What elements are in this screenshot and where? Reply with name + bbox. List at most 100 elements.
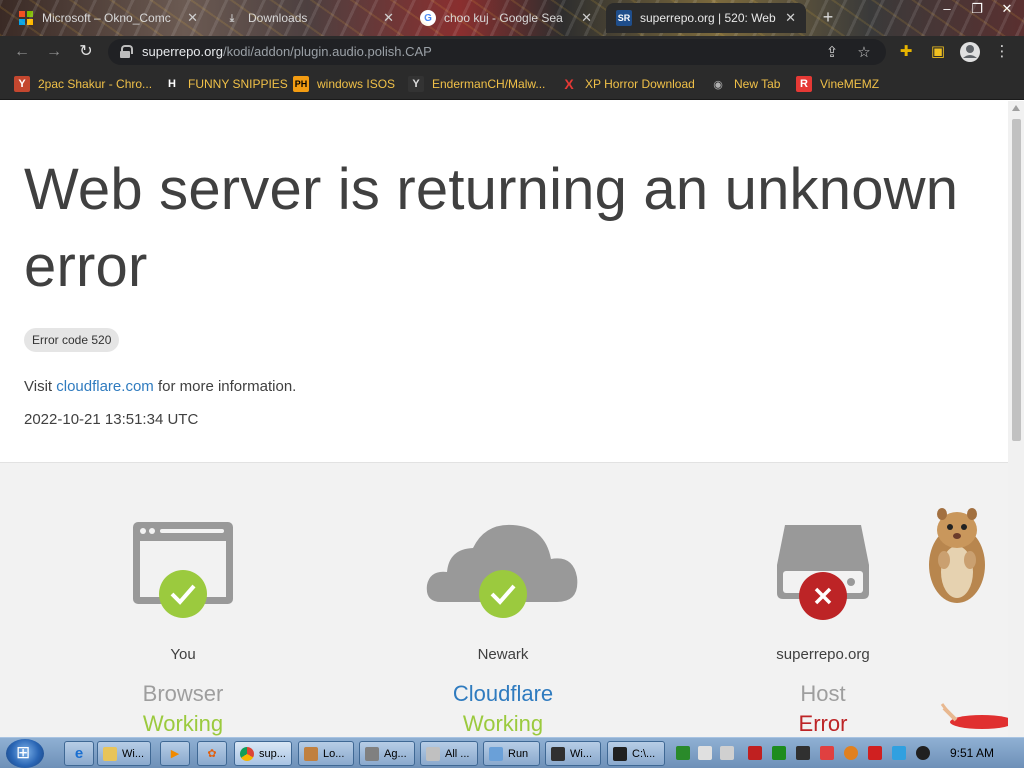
ie-pinned-icon[interactable]: e [64,741,94,766]
tray-app-icon[interactable] [748,746,762,760]
node-role: Cloudflare [452,681,554,706]
close-tab-icon[interactable]: ✕ [383,10,394,26]
bookmark-favicon-icon: Y [14,76,30,92]
microsoft-icon [18,10,34,26]
info-line: Visit cloudflare.com for more informatio… [24,378,296,395]
taskbar-button[interactable]: Wi... [97,741,151,766]
scroll-up-icon[interactable] [1012,105,1020,111]
tray-app-icon[interactable] [868,746,882,760]
close-tab-icon[interactable]: ✕ [581,10,592,26]
share-icon[interactable]: ⇪ [822,43,842,63]
tab-downloads[interactable]: ⤓ Downloads ✕ [214,3,404,33]
taskbar-button-active[interactable]: sup... [234,741,292,766]
close-tab-icon[interactable]: ✕ [785,10,796,26]
tab-google-search[interactable]: G choo kuj - Google Sea ✕ [410,3,602,33]
browser-window-icon [133,522,233,618]
bookmark-favicon-icon: X [564,76,574,92]
taskbar-clock[interactable]: 9:51 AM [942,746,1002,760]
page-content: Web server is returning an unknown error… [0,101,1008,737]
menu-icon[interactable]: ⋮ [990,40,1014,64]
taskbar-button[interactable]: Lo... [298,741,354,766]
tray-app-icon[interactable] [892,746,906,760]
media-player-pinned-icon[interactable]: ▶ [160,741,190,766]
url-text[interactable]: superrepo.org/kodi/addon/plugin.audio.po… [142,44,432,59]
url-path: /kodi/addon/plugin.audio.polish.CAP [222,44,432,59]
tab-title: Microsoft – Okno_Comc [42,11,171,25]
taskbar-button[interactable]: Run [483,741,540,766]
url-host: superrepo.org [142,44,223,59]
tray-app-icon[interactable] [844,746,858,760]
start-button[interactable] [6,739,44,768]
node-location: superrepo.org [776,646,870,663]
tab-strip: Microsoft – Okno_Comc ✕ ⤓ Downloads ✕ G … [0,0,1024,36]
taskbar-button[interactable]: All ... [420,741,478,766]
window-icon [426,746,440,761]
profile-avatar[interactable] [958,40,982,64]
node-role: Browser [142,681,224,706]
forward-button[interactable]: → [42,40,66,64]
tray-app-icon[interactable] [676,746,690,760]
side-panel-icon[interactable]: ▣ [926,40,950,64]
app-icon [304,746,318,761]
node-location: You [170,646,196,663]
taskbar-button[interactable]: Ag... [359,741,415,766]
tab-title: Downloads [248,11,308,25]
taskbar: e Wi... ▶ ✿ sup... Lo... Ag... All ... R… [0,737,1024,768]
reload-button[interactable]: ↻ [74,40,98,64]
bookmark-label: windows ISOS [317,77,396,91]
tray-app-icon[interactable] [820,746,834,760]
archive-icon [613,746,627,761]
taskbar-label: Wi... [570,747,592,760]
scrollbar-thumb[interactable] [1012,119,1021,441]
taskbar-label: Run [508,747,529,760]
bookmark-item[interactable]: R VineMEMZ [796,75,879,93]
tab-microsoft[interactable]: Microsoft – Okno_Comc ✕ [8,3,208,33]
cloudflare-link[interactable]: cloudflare.com [56,378,154,395]
bookmark-item[interactable]: H FUNNY SNIPPIES [164,75,288,93]
node-status: Working [142,711,224,736]
close-tab-icon[interactable]: ✕ [187,10,198,26]
bookmark-item[interactable]: Y EndermanCH/Malw... [408,75,545,93]
bookmark-favicon-icon: R [796,76,812,92]
close-window-icon[interactable]: ✕ [992,0,1022,20]
bookmark-item[interactable]: PH windows ISOS [293,75,395,93]
bookmark-star-icon[interactable]: ☆ [854,43,874,63]
bookmark-item[interactable]: Y 2pac Shakur - Chro... [14,75,152,93]
tray-app-icon[interactable] [720,746,734,760]
minimize-icon[interactable]: – [932,0,962,20]
lock-icon[interactable] [120,45,133,58]
tray-app-icon[interactable] [698,746,712,760]
tray-app-icon[interactable] [916,746,930,760]
maximize-icon[interactable]: ❐ [962,0,992,20]
tray-app-icon[interactable] [796,746,810,760]
run-icon [489,746,503,761]
error-code-badge: Error code 520 [24,328,120,352]
taskbar-button[interactable]: C:\... [607,741,665,766]
bookmark-favicon-icon: PH [293,76,309,92]
ok-status-icon [479,570,527,618]
tab-superrepo[interactable]: SR superrepo.org | 520: Web ✕ [606,3,806,33]
bookmark-item[interactable]: X XP Horror Download [561,75,695,93]
node-status: Working [462,711,544,736]
bookmark-label: VineMEMZ [820,77,880,91]
tray-app-icon[interactable] [772,746,786,760]
node-location: Newark [477,646,529,663]
taskbar-label: sup... [259,747,286,760]
google-icon: G [420,10,436,26]
app-pinned-icon[interactable]: ✿ [197,741,227,766]
chrome-icon [240,746,254,761]
bookmark-item[interactable]: ◉ New Tab [710,75,780,93]
back-button[interactable]: ← [10,40,34,64]
taskbar-button[interactable]: Wi... [545,741,601,766]
vertical-scrollbar[interactable] [1008,101,1024,737]
error-timestamp: 2022-10-21 13:51:34 UTC [24,411,199,428]
taskbar-label: C:\... [632,747,656,760]
status-diagram: You Browser Working Newark Cloudflare Wo… [0,462,1008,737]
address-bar[interactable]: superrepo.org/kodi/addon/plugin.audio.po… [108,39,886,65]
taskbar-label: Ag... [384,747,407,760]
taskbar-label: Lo... [323,747,345,760]
info-suffix: for more information. [153,378,297,395]
new-tab-button[interactable]: + [817,6,839,28]
extensions-icon[interactable]: ✚ [894,40,918,64]
tab-title: superrepo.org | 520: Web [640,11,776,25]
